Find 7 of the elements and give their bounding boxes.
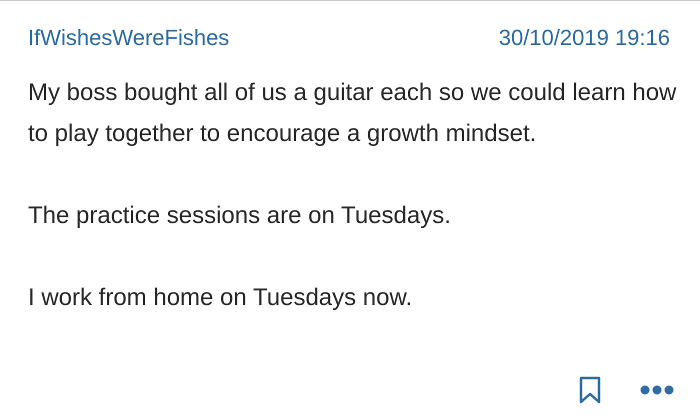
more-icon[interactable] xyxy=(640,385,674,395)
post-paragraph: I work from home on Tuesdays now. xyxy=(28,283,414,313)
post-paragraph: The practice sessions are on Tuesdays. xyxy=(28,201,452,231)
post-paragraph: My boss bought all of us a guitar each so we could learn how to play together to encourage a growth mindset. xyxy=(28,78,678,149)
bookmark-icon[interactable] xyxy=(578,375,602,405)
post-date: 30/10/2019 19:16 xyxy=(498,24,670,52)
username-link[interactable]: IfWishesWereFishes xyxy=(28,21,230,54)
